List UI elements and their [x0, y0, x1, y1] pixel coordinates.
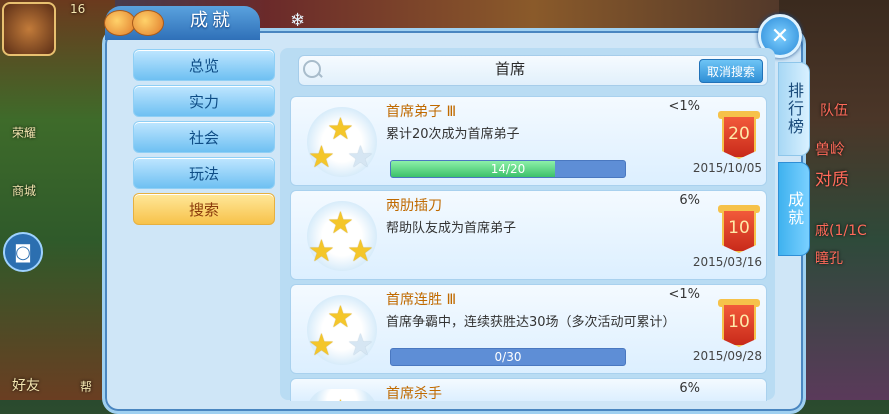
search-icon: [303, 60, 321, 78]
tab-achievement[interactable]: 成就: [778, 162, 810, 256]
star-icon: ★: [347, 234, 374, 269]
points-badge: 20: [722, 115, 756, 159]
nav-item-label: 实力: [188, 92, 219, 111]
hud-right-label: 瞳孔: [815, 251, 843, 267]
star-rating: ★ ★ ★: [307, 295, 377, 365]
achievement-date: 2015/03/16: [692, 255, 762, 269]
points-badge: 10: [722, 209, 756, 253]
tab-leaderboard[interactable]: 排行榜: [778, 62, 810, 156]
hud-right-label: 兽岭: [815, 140, 846, 158]
nav-item-overview[interactable]: 总览: [133, 49, 275, 81]
snowflake-icon: ❄: [290, 10, 306, 31]
progress-bar: 0/30: [390, 348, 626, 366]
points-badge: 10: [722, 303, 756, 347]
pig-icon: [132, 10, 164, 36]
search-input-value[interactable]: 首席: [420, 58, 600, 79]
star-icon: ★: [327, 397, 354, 402]
achievement-name: 两肋插刀: [386, 198, 442, 214]
camera-icon: ◙: [14, 241, 32, 263]
cancel-search-button[interactable]: 取消搜索: [699, 59, 763, 83]
star-rating: ★: [307, 389, 377, 401]
game-world-left: [0, 0, 115, 400]
nav-item-gameplay[interactable]: 玩法: [133, 157, 275, 189]
hud-right-label[interactable]: 队伍: [820, 100, 848, 120]
nav-item-search[interactable]: 搜索: [133, 193, 275, 225]
hud-right-label: 对质: [815, 170, 849, 190]
star-icon: ★: [308, 328, 335, 363]
achievement-name: 首席弟子 Ⅲ: [386, 104, 457, 120]
hud-left-label[interactable]: 帮: [80, 378, 92, 395]
achievement-percent: <1%: [668, 287, 700, 302]
nav-item-label: 总览: [188, 56, 219, 75]
hud-left-label[interactable]: 荣耀: [12, 124, 36, 141]
hud-left-label[interactable]: 商城: [12, 182, 36, 199]
achievement-name: 首席连胜 Ⅲ: [386, 292, 457, 308]
close-icon: ✕: [770, 23, 790, 49]
achievement-desc: 帮助队友成为首席弟子: [386, 221, 517, 236]
star-rating: ★ ★ ★: [307, 107, 377, 177]
nav-item-label: 社会: [188, 128, 219, 147]
camera-button[interactable]: ◙: [3, 232, 43, 272]
progress-text: 0/30: [494, 350, 522, 364]
achievement-name: 首席杀手: [386, 386, 442, 401]
nav-item-strength[interactable]: 实力: [133, 85, 275, 117]
achievement-desc: 累计20次成为首席弟子: [386, 127, 520, 142]
star-icon: ★: [347, 328, 374, 363]
achievement-row[interactable]: ★ ★ ★ 两肋插刀 帮助队友成为首席弟子 6% 10 2015/03/16: [290, 190, 767, 280]
progress-bar: 14/20: [390, 160, 626, 178]
player-avatar[interactable]: [2, 2, 56, 56]
achievement-row[interactable]: ★ 首席杀手 6%: [290, 378, 767, 401]
hud-right-label: 戚(1/1C: [815, 223, 867, 239]
achievement-date: 2015/10/05: [692, 161, 762, 175]
achievement-desc: 首席争霸中，连续获胜达30场（多次活动可累计）: [386, 315, 676, 330]
hud-number: 16: [70, 2, 86, 16]
nav-item-social[interactable]: 社会: [133, 121, 275, 153]
progress-text: 14/20: [490, 162, 526, 176]
achievement-percent: <1%: [668, 99, 700, 114]
star-icon: ★: [347, 140, 374, 175]
achievement-row[interactable]: ★ ★ ★ 首席弟子 Ⅲ 累计20次成为首席弟子 <1% 14/20 20 20…: [290, 96, 767, 186]
panel-title: 成就: [190, 10, 234, 31]
achievement-row[interactable]: ★ ★ ★ 首席连胜 Ⅲ 首席争霸中，连续获胜达30场（多次活动可累计） <1%…: [290, 284, 767, 374]
category-nav: 总览 实力 社会 玩法 搜索: [133, 49, 275, 229]
achievement-percent: 6%: [679, 381, 700, 396]
nav-item-label: 玩法: [188, 164, 219, 183]
achievement-percent: 6%: [679, 193, 700, 208]
star-icon: ★: [308, 140, 335, 175]
hud-left-label[interactable]: 好友: [12, 375, 40, 395]
star-rating: ★ ★ ★: [307, 201, 377, 271]
nav-item-label: 搜索: [188, 200, 219, 219]
achievement-date: 2015/09/28: [692, 349, 762, 363]
star-icon: ★: [308, 234, 335, 269]
